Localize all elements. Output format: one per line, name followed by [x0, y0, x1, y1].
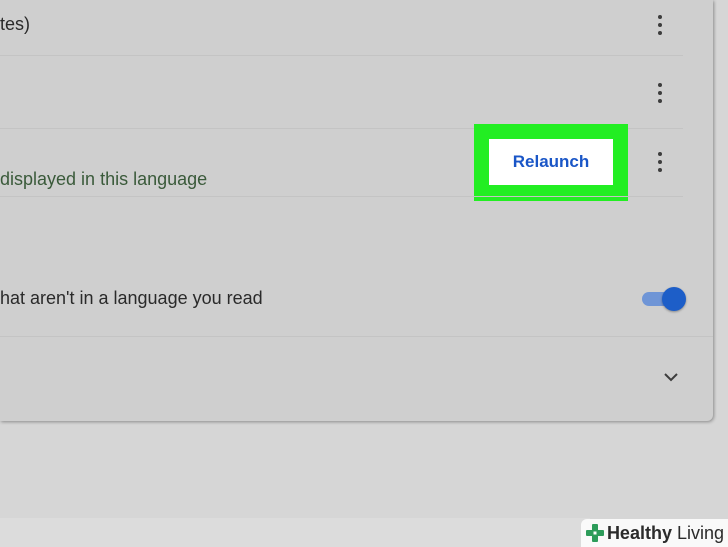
- page-bottom-strip: [0, 518, 590, 547]
- language-settings-card: tes) displayed in this language Relaunch…: [0, 0, 713, 421]
- offer-translate-toggle[interactable]: [642, 287, 686, 311]
- relaunch-button[interactable]: Relaunch: [489, 139, 613, 185]
- offer-translate-label: hat aren't in a language you read: [0, 288, 263, 308]
- more-vert-icon[interactable]: [649, 81, 671, 107]
- watermark-light-text: Living: [676, 522, 724, 543]
- healthy-living-watermark: Healthy Living: [580, 519, 728, 547]
- toggle-knob: [662, 287, 686, 311]
- language-row-label: tes): [0, 14, 31, 34]
- watermark-bold-text: Healthy: [606, 522, 672, 543]
- row-divider: [0, 336, 713, 337]
- more-vert-icon[interactable]: [649, 13, 671, 39]
- row-divider: [0, 196, 683, 197]
- healthy-living-cross-icon: [585, 524, 604, 542]
- more-vert-icon[interactable]: [649, 150, 671, 176]
- chevron-down-icon[interactable]: [660, 366, 682, 388]
- display-language-note: displayed in this language: [0, 169, 208, 189]
- row-divider: [0, 55, 683, 56]
